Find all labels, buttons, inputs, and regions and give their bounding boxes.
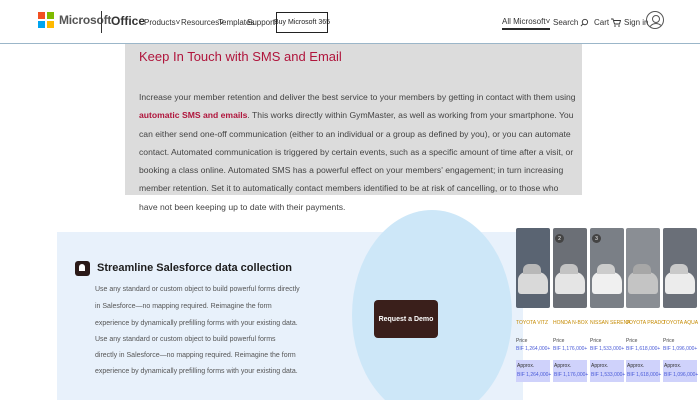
salesforce-title: Streamline Salesforce data collection — [97, 262, 293, 274]
car-shape — [628, 272, 658, 294]
sms-body-rest: . This works directly within GymMaster, … — [139, 110, 574, 212]
cart-icon — [611, 18, 622, 27]
rank-badge: 3 — [592, 234, 601, 243]
salesforce-text-line: in Salesforce—no mapping required. Reima… — [95, 303, 272, 310]
cart-button[interactable]: Cart — [594, 18, 622, 27]
product-image[interactable] — [626, 228, 660, 308]
sms-body-intro: Increase your member retention and deliv… — [139, 92, 576, 102]
all-microsoft-menu[interactable]: All Microsoft˅ — [502, 17, 551, 30]
product-card[interactable]: TOYOTA VITZ Price BIF 1,264,000+ Approx. BIF… — [516, 228, 552, 398]
car-shape — [665, 272, 695, 294]
product-name: TOYOTA AQUA — [663, 320, 699, 326]
product-image[interactable] — [663, 228, 697, 308]
nav-resources-label: Resources — [181, 18, 220, 27]
sign-in-link[interactable]: Sign in — [624, 18, 648, 27]
rank-badge: 2 — [555, 234, 564, 243]
approx-price-tag: Approx. BIF 1,096,000+ — [663, 360, 699, 382]
nav-support[interactable]: Support — [247, 18, 275, 27]
approx-value: BIF 1,264,000+ — [517, 372, 552, 378]
approx-value: BIF 1,533,000+ — [591, 372, 626, 378]
salesforce-text-line: Use any standard or custom object to bui… — [95, 336, 276, 343]
nav-products-label: Products — [144, 18, 176, 27]
product-card[interactable]: TOYOTA PRADO Price BIF 1,618,000+ Approx. BI… — [626, 228, 665, 398]
approx-value: BIF 1,176,000+ — [554, 372, 589, 378]
search-label: Search — [553, 18, 579, 27]
price-label: Price — [516, 338, 528, 344]
approx-value: BIF 1,096,000+ — [664, 372, 699, 378]
product-name: TOYOTA VITZ — [516, 320, 549, 326]
all-microsoft-label: All Microsoft — [502, 17, 546, 26]
product-image[interactable]: 3 — [590, 228, 624, 308]
search-icon — [580, 18, 589, 27]
header-divider — [101, 11, 102, 33]
car-shape — [518, 272, 548, 294]
avatar-icon[interactable] — [646, 11, 664, 29]
approx-label: Approx. — [627, 363, 645, 369]
price-label: Price — [553, 338, 565, 344]
sms-section-body: Increase your member retention and deliv… — [139, 88, 579, 216]
price-value: BIF 1,264,000+ — [516, 346, 551, 352]
price-label: Price — [663, 338, 675, 344]
product-name: TOYOTA PRADO — [626, 320, 665, 326]
product-image[interactable] — [516, 228, 550, 308]
car-shape — [592, 272, 622, 294]
product-name: NISSAN SERENA — [590, 320, 631, 326]
page-root: Microsoft Office Products˅ Resources˅ Te… — [0, 0, 700, 400]
site-header: Microsoft Office Products˅ Resources˅ Te… — [0, 0, 700, 44]
brand-name: Microsoft — [59, 13, 112, 27]
approx-price-tag: Approx. BIF 1,533,000+ — [590, 360, 626, 382]
chevron-down-icon: ˅ — [175, 18, 181, 27]
product-name[interactable]: Office — [111, 14, 145, 28]
buy-microsoft-365-button[interactable]: Buy Microsoft 365 — [274, 12, 330, 33]
nav-products[interactable]: Products˅ — [144, 18, 180, 27]
salesforce-text-line: experience by dynamically prefilling for… — [95, 320, 298, 327]
approx-label: Approx. — [554, 363, 572, 369]
cart-label: Cart — [594, 18, 610, 27]
approx-value: BIF 1,618,000+ — [627, 372, 662, 378]
price-value: BIF 1,533,000+ — [590, 346, 625, 352]
price-label: Price — [626, 338, 638, 344]
request-demo-button[interactable]: Request a Demo — [374, 300, 438, 338]
approx-label: Approx. — [664, 363, 682, 369]
approx-label: Approx. — [517, 363, 535, 369]
approx-price-tag: Approx. BIF 1,264,000+ — [516, 360, 552, 382]
sms-section-title: Keep In Touch with SMS and Email — [139, 49, 342, 64]
chevron-down-icon: ˅ — [545, 17, 551, 26]
approx-price-tag: Approx. BIF 1,176,000+ — [553, 360, 589, 382]
approx-price-tag: Approx. BIF 1,618,000+ — [626, 360, 662, 382]
microsoft-logo-icon — [38, 12, 54, 28]
salesforce-text-line: directly in Salesforce—no mapping requir… — [95, 352, 296, 359]
search-button[interactable]: Search — [553, 18, 589, 27]
product-card[interactable]: 2 HONDA N-BOX Price BIF 1,176,000+ Approx. BI… — [553, 228, 589, 398]
product-card[interactable]: 3 NISSAN SERENA Price BIF 1,533,000+ Approx.… — [590, 228, 631, 398]
salesforce-text-line: experience by dynamically prefilling for… — [95, 368, 298, 375]
price-value: BIF 1,176,000+ — [553, 346, 588, 352]
approx-label: Approx. — [591, 363, 609, 369]
product-image[interactable]: 2 — [553, 228, 587, 308]
price-value: BIF 1,096,000+ — [663, 346, 698, 352]
salesforce-text-line: Use any standard or custom object to bui… — [95, 286, 300, 293]
car-shape — [555, 272, 585, 294]
price-value: BIF 1,618,000+ — [626, 346, 661, 352]
sms-body-highlight[interactable]: automatic SMS and emails — [139, 110, 247, 120]
product-name: HONDA N-BOX — [553, 320, 589, 326]
salesforce-form-icon — [75, 261, 90, 276]
product-card[interactable]: TOYOTA AQUA Price BIF 1,096,000+ Approx. BIF… — [663, 228, 699, 398]
price-label: Price — [590, 338, 602, 344]
